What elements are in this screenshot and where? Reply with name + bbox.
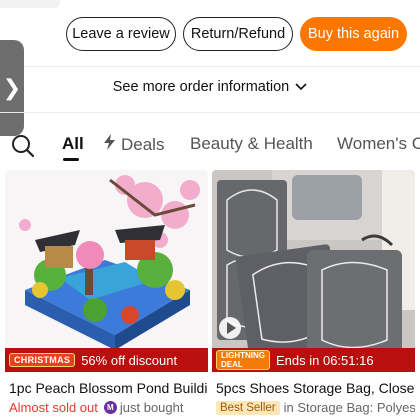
category-tab-bar: All Deals Beauty & Health Women's Clothi… — [0, 126, 420, 166]
product-meta: Best Seller in Storage Bag: Polyester — [216, 400, 415, 415]
stock-status: Almost sold out — [9, 400, 98, 415]
active-tab-indicator — [63, 158, 79, 161]
see-more-order-info[interactable]: See more order information — [0, 74, 420, 100]
tab-deals-label: Deals — [121, 134, 165, 154]
divider — [0, 112, 420, 113]
product-image[interactable] — [5, 170, 208, 372]
product-title[interactable]: 5pcs Shoes Storage Bag, Closet Organizer — [216, 380, 415, 396]
countdown-text: Ends in 06:51:16 — [276, 352, 374, 368]
christmas-badge: CHRISTMAS — [9, 353, 76, 367]
product-meta: Almost sold out M just bought — [9, 400, 208, 415]
buyer-avatar-icon: M — [103, 401, 117, 414]
promo-banner: LIGHTNING DEAL Ends in 06:51:16 — [212, 348, 415, 372]
chevron-down-icon — [295, 82, 307, 94]
lightning-deal-line2: DEAL — [221, 360, 243, 369]
lightning-icon — [104, 134, 115, 155]
see-more-label: See more order information — [112, 79, 290, 95]
best-seller-badge: Best Seller — [216, 400, 280, 415]
rank-category: in Storage Bag: Polyester — [283, 400, 415, 415]
tab-all[interactable]: All — [62, 134, 84, 154]
lightning-deal-badge: LIGHTNING DEAL — [216, 350, 270, 370]
product-image[interactable] — [212, 170, 415, 372]
promo-banner: CHRISTMAS 56% off discount — [5, 348, 208, 372]
return-refund-button[interactable]: Return/Refund — [183, 17, 293, 51]
tab-beauty-health[interactable]: Beauty & Health — [190, 134, 313, 154]
buy-again-button[interactable]: Buy this again — [300, 17, 407, 51]
discount-text: 56% off discount — [81, 352, 178, 368]
lightning-deal-line1: LIGHTNING — [221, 351, 265, 360]
product-title[interactable]: 1pc Peach Blossom Pond Building Blocks S… — [9, 380, 208, 396]
tab-deals[interactable]: Deals — [104, 134, 164, 155]
divider — [0, 66, 420, 67]
header-shadow — [0, 0, 60, 8]
bought-note: just bought — [119, 400, 184, 415]
order-actions-bar: Leave a review Return/Refund Buy this ag… — [0, 0, 420, 66]
tab-womens-clothing[interactable]: Women's Clothing — [337, 134, 420, 154]
search-icon[interactable] — [11, 134, 35, 158]
leave-review-button[interactable]: Leave a review — [66, 17, 176, 51]
